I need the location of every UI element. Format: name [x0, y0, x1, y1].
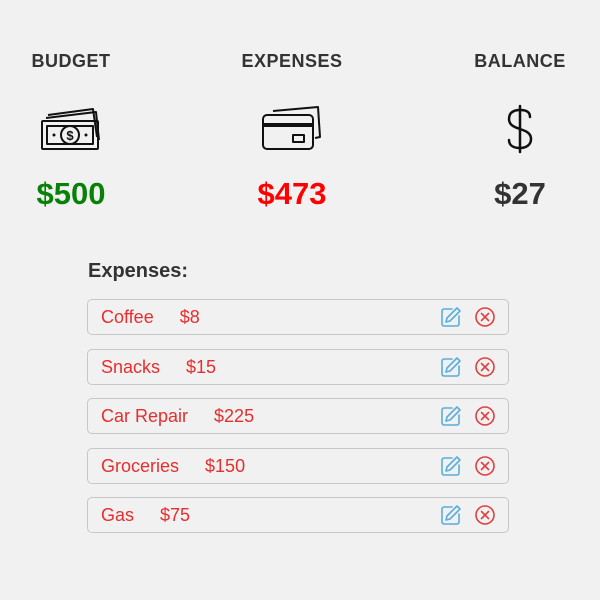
- expense-name: Gas: [101, 505, 135, 525]
- expense-actions: [440, 455, 496, 477]
- delete-icon[interactable]: [474, 356, 496, 378]
- edit-icon[interactable]: [440, 356, 462, 378]
- expense-actions: [440, 504, 496, 526]
- svg-text:$: $: [66, 128, 74, 143]
- balance-label: BALANCE: [474, 51, 566, 71]
- edit-icon[interactable]: [440, 504, 462, 526]
- delete-icon[interactable]: [474, 504, 496, 526]
- summary-panel: BUDGET $ $500 EXPENSES $473 BALANCE $27: [0, 0, 600, 230]
- expense-item: Gas $75: [87, 497, 509, 533]
- expense-amount: $150: [205, 455, 246, 476]
- edit-icon[interactable]: [440, 455, 462, 477]
- expenses-column: EXPENSES $473: [212, 48, 372, 214]
- balance-amount: $27: [494, 176, 546, 211]
- budget-amount: $500: [36, 176, 106, 211]
- delete-icon[interactable]: [474, 306, 496, 328]
- expense-name: Coffee: [101, 307, 154, 327]
- money-bill-icon: $: [0, 104, 151, 154]
- expenses-label: EXPENSES: [241, 51, 343, 71]
- credit-card-icon: [212, 104, 372, 154]
- expense-item: Groceries $150: [87, 447, 509, 484]
- expense-amount: $8: [179, 307, 200, 327]
- edit-icon[interactable]: [440, 405, 462, 427]
- expense-actions: [440, 306, 496, 328]
- expense-item: Snacks $15: [87, 348, 509, 385]
- balance-column: BALANCE $27: [440, 48, 600, 214]
- delete-icon[interactable]: [474, 405, 496, 427]
- expense-amount: $225: [214, 406, 255, 426]
- expense-name: Snacks: [101, 356, 161, 377]
- expense-amount: $15: [186, 356, 217, 377]
- expense-actions: [440, 356, 496, 378]
- dollar-sign-icon: [440, 104, 600, 154]
- edit-icon[interactable]: [440, 306, 462, 328]
- expense-name: Groceries: [101, 455, 180, 476]
- budget-column: BUDGET $ $500: [0, 48, 151, 214]
- expense-list: Coffee $8 Snacks $15 Car Repair $225 Gro…: [87, 299, 509, 547]
- expense-amount: $75: [160, 505, 191, 525]
- expenses-heading: Expenses:: [88, 260, 189, 282]
- expense-actions: [440, 405, 496, 427]
- expense-item: Car Repair $225: [87, 398, 509, 434]
- delete-icon[interactable]: [474, 455, 496, 477]
- budget-label: BUDGET: [31, 51, 111, 71]
- expense-item: Coffee $8: [87, 299, 509, 335]
- expenses-amount: $473: [257, 176, 327, 211]
- expense-name: Car Repair: [101, 406, 189, 426]
